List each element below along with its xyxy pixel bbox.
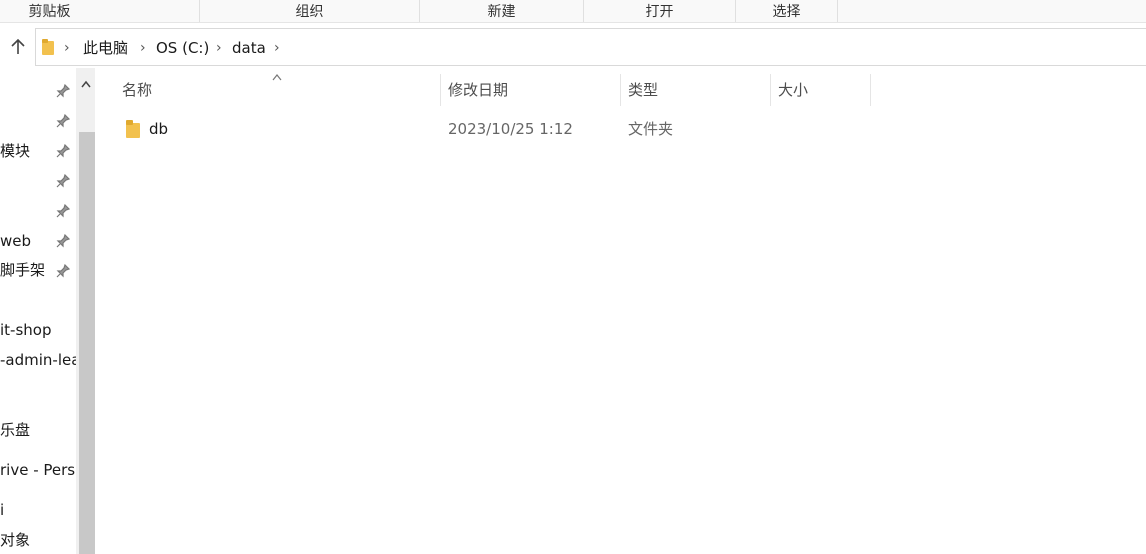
column-header-modified[interactable]: 修改日期 bbox=[440, 74, 621, 106]
column-header-type[interactable]: 类型 bbox=[620, 74, 771, 106]
pin-icon[interactable] bbox=[56, 144, 70, 158]
scroll-up-icon[interactable] bbox=[76, 72, 95, 96]
folder-icon bbox=[126, 120, 140, 138]
up-arrow-icon[interactable] bbox=[8, 38, 28, 60]
ribbon-group-clipboard[interactable]: 剪贴板 bbox=[0, 0, 200, 22]
ribbon-label: 新建 bbox=[487, 4, 516, 20]
sidebar-item[interactable]: i bbox=[0, 499, 76, 521]
sidebar-item[interactable]: 对象 bbox=[0, 529, 76, 551]
chevron-right-icon[interactable]: › bbox=[216, 38, 222, 58]
sidebar-item[interactable]: 乐盘 bbox=[0, 419, 76, 441]
sidebar-item[interactable]: it-shop bbox=[0, 319, 76, 341]
scrollbar-thumb[interactable] bbox=[79, 132, 95, 554]
pin-icon[interactable] bbox=[56, 234, 70, 248]
file-type: 文件夹 bbox=[628, 120, 674, 138]
ribbon-group-new[interactable]: 新建 bbox=[420, 0, 584, 22]
pin-icon[interactable] bbox=[56, 204, 70, 218]
ribbon-group-organize[interactable]: 组织 bbox=[200, 0, 420, 22]
file-list: 名称 修改日期 类型 大小 db 2023/10/25 1:12 文件夹 bbox=[96, 68, 1146, 554]
chevron-right-icon[interactable]: › bbox=[140, 38, 146, 58]
file-name[interactable]: db bbox=[149, 119, 168, 139]
navigation-bar: › 此电脑 › OS (C:) › data › bbox=[0, 28, 1146, 68]
folder-icon bbox=[42, 39, 54, 55]
sidebar-item[interactable]: -admin-lea bbox=[0, 349, 76, 371]
address-segment-drive[interactable]: OS (C:) bbox=[156, 38, 209, 58]
pin-icon[interactable] bbox=[56, 264, 70, 278]
ribbon-group-open[interactable]: 打开 bbox=[584, 0, 736, 22]
ribbon-label: 选择 bbox=[772, 4, 801, 20]
file-modified: 2023/10/25 1:12 bbox=[448, 120, 573, 138]
ribbon-group-select[interactable]: 选择 bbox=[736, 0, 838, 22]
address-segment-this-pc[interactable]: 此电脑 bbox=[83, 38, 128, 58]
column-header-size[interactable]: 大小 bbox=[770, 74, 871, 106]
pin-icon[interactable] bbox=[56, 84, 70, 98]
chevron-right-icon[interactable]: › bbox=[64, 38, 70, 58]
address-bar[interactable]: › 此电脑 › OS (C:) › data › bbox=[35, 28, 1146, 66]
ribbon-label: 剪贴板 bbox=[28, 4, 71, 20]
table-row[interactable]: db 2023/10/25 1:12 文件夹 bbox=[116, 114, 876, 144]
pin-icon[interactable] bbox=[56, 114, 70, 128]
address-segment-data[interactable]: data bbox=[232, 38, 266, 58]
ribbon-label: 组织 bbox=[295, 4, 324, 20]
sidebar-item[interactable]: rive - Perso bbox=[0, 459, 76, 481]
ribbon: 剪贴板 组织 新建 打开 选择 bbox=[0, 0, 1146, 23]
chevron-right-icon[interactable]: › bbox=[274, 38, 280, 58]
ribbon-label: 打开 bbox=[645, 4, 674, 20]
column-header-name[interactable]: 名称 bbox=[114, 74, 441, 106]
pin-icon[interactable] bbox=[56, 174, 70, 188]
